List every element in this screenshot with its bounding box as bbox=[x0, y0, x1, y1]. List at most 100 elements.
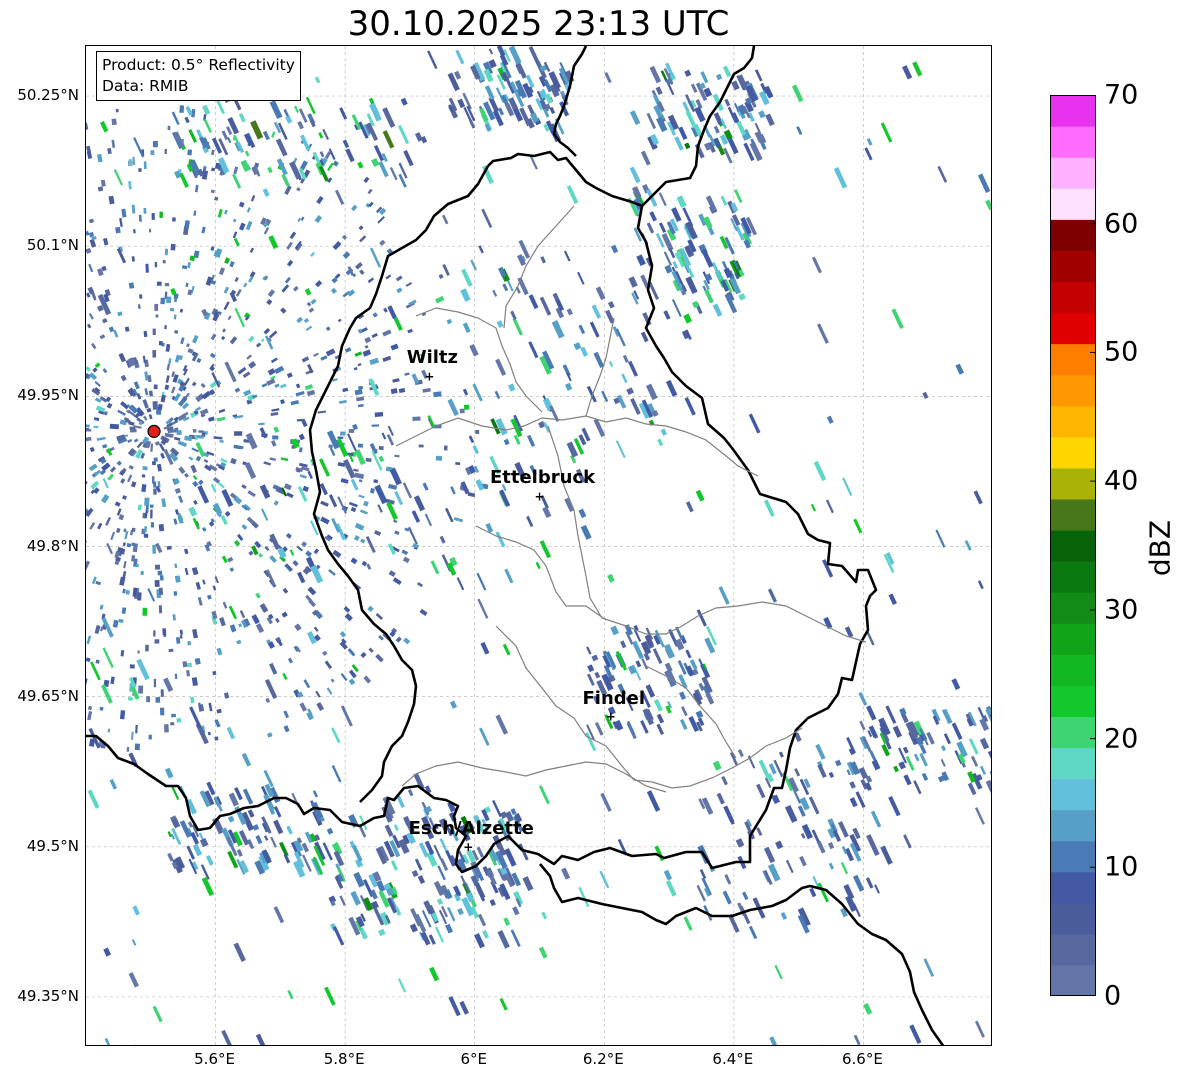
echo-cell bbox=[233, 444, 242, 450]
echo-cell bbox=[147, 588, 156, 602]
echo-cell bbox=[979, 737, 990, 750]
echo-cell bbox=[444, 507, 454, 523]
echo-cell bbox=[699, 869, 707, 880]
echo-cell bbox=[849, 781, 856, 789]
echo-cell bbox=[411, 510, 421, 523]
echo-cell bbox=[462, 388, 469, 396]
echo-cell bbox=[943, 733, 952, 745]
colorbar-swatch bbox=[1050, 902, 1096, 935]
echo-cell bbox=[269, 457, 277, 462]
echo-cell bbox=[758, 759, 771, 779]
echo-cell bbox=[232, 173, 242, 189]
echo-cell bbox=[242, 371, 251, 379]
echo-cell bbox=[539, 296, 552, 316]
echo-cell bbox=[445, 923, 454, 934]
echo-cell bbox=[120, 374, 127, 382]
echo-cell bbox=[90, 480, 100, 490]
echo-cell bbox=[136, 441, 143, 449]
echo-cell bbox=[424, 513, 433, 527]
echo-cell bbox=[645, 383, 658, 401]
echo-cell bbox=[137, 592, 142, 601]
echo-cell bbox=[386, 501, 398, 521]
echo-cell bbox=[457, 907, 464, 916]
echo-cell bbox=[748, 413, 761, 434]
echo-cell bbox=[192, 517, 200, 530]
echo-cell bbox=[102, 647, 114, 668]
echo-cell bbox=[626, 387, 635, 395]
echo-cell bbox=[245, 220, 253, 231]
echo-cell bbox=[610, 244, 619, 254]
echo-cell bbox=[967, 782, 977, 796]
echo-cell bbox=[587, 664, 595, 673]
echo-cell bbox=[263, 835, 269, 841]
colorbar-swatch bbox=[1050, 281, 1096, 314]
echo-cell bbox=[720, 195, 728, 206]
echo-cell bbox=[214, 196, 219, 201]
echo-cell bbox=[174, 487, 181, 494]
echo-cell bbox=[88, 705, 93, 711]
echo-cell bbox=[921, 772, 929, 781]
echo-cell bbox=[259, 603, 269, 613]
echo-cell bbox=[964, 540, 972, 551]
echo-cell bbox=[348, 678, 356, 686]
echo-cell bbox=[796, 126, 803, 136]
echo-cell bbox=[148, 734, 152, 740]
echo-cell bbox=[955, 363, 964, 375]
reflectivity-echoes bbox=[86, 46, 991, 1045]
echo-cell bbox=[191, 677, 198, 686]
echo-cell bbox=[97, 186, 104, 192]
echo-cell bbox=[306, 389, 316, 397]
echo-cell bbox=[419, 608, 428, 616]
echo-cell bbox=[230, 457, 237, 465]
echo-cell bbox=[229, 291, 238, 303]
echo-cell bbox=[715, 73, 723, 81]
echo-cell bbox=[935, 529, 946, 548]
radar-map[interactable]: + + + + bbox=[85, 45, 992, 1046]
echo-cell bbox=[283, 483, 292, 491]
echo-cell bbox=[106, 542, 113, 555]
city-marker: + bbox=[424, 369, 434, 383]
echo-cell bbox=[121, 208, 127, 218]
echo-cell bbox=[158, 523, 165, 532]
echo-cell bbox=[622, 354, 629, 363]
echo-cell bbox=[696, 884, 706, 902]
echo-cell bbox=[354, 351, 363, 357]
echo-cell bbox=[193, 499, 198, 505]
echo-cell bbox=[170, 722, 175, 726]
echo-cell bbox=[94, 362, 101, 369]
echo-cell bbox=[142, 607, 148, 616]
echo-cell bbox=[90, 342, 97, 350]
colorbar-swatch bbox=[1050, 747, 1096, 780]
echo-cell bbox=[763, 846, 776, 864]
echo-cell bbox=[351, 204, 358, 212]
echo-cell bbox=[793, 790, 802, 804]
echo-cell bbox=[146, 696, 151, 703]
echo-cell bbox=[86, 643, 87, 653]
echo-cell bbox=[635, 660, 642, 668]
echo-cell bbox=[372, 312, 378, 318]
echo-cell bbox=[175, 637, 181, 644]
echo-cell bbox=[375, 653, 384, 663]
echo-cell bbox=[274, 383, 280, 388]
echo-cell bbox=[354, 262, 363, 270]
echo-cell bbox=[305, 325, 313, 332]
echo-cell bbox=[119, 217, 123, 228]
echo-cell bbox=[197, 596, 203, 606]
colorbar-swatch bbox=[1050, 809, 1096, 842]
echo-cell bbox=[187, 640, 192, 646]
echo-cell bbox=[334, 189, 345, 206]
echo-cell bbox=[132, 905, 140, 916]
echo-cell bbox=[470, 259, 477, 271]
echo-cell bbox=[168, 648, 174, 653]
echo-cell bbox=[224, 361, 237, 383]
colorbar-swatch bbox=[1050, 312, 1096, 345]
echo-cell bbox=[438, 273, 444, 280]
echo-cell bbox=[192, 334, 199, 344]
echo-cell bbox=[195, 441, 206, 458]
echo-cell bbox=[86, 436, 92, 442]
echo-cell bbox=[312, 790, 319, 798]
echo-cell bbox=[241, 524, 248, 531]
echo-cell bbox=[974, 807, 985, 825]
echo-cell bbox=[267, 289, 276, 298]
echo-cell bbox=[905, 755, 915, 771]
